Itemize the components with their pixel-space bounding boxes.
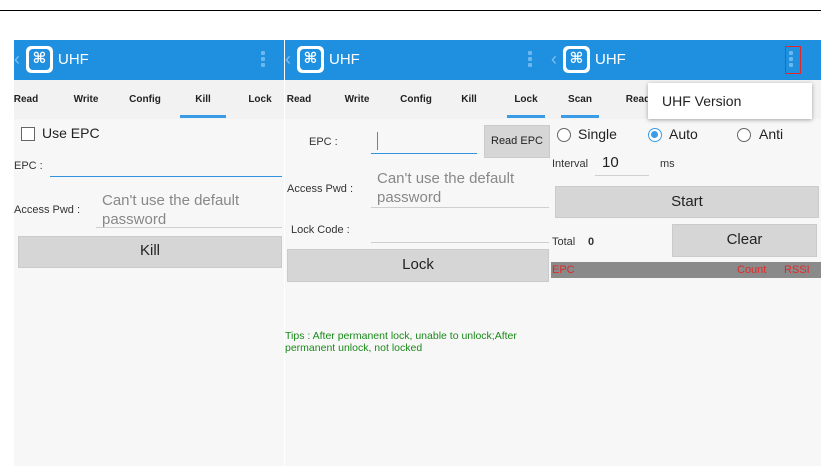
access-pwd-field[interactable]: Can't use the default password <box>102 191 272 229</box>
results-table-header: EPC Count RSSI <box>551 262 821 278</box>
tab-bar: Read Write Config Kill Lock <box>14 80 284 119</box>
col-epc: EPC <box>552 264 575 276</box>
access-pwd-underline <box>371 207 549 208</box>
overflow-menu-icon[interactable] <box>260 49 266 71</box>
total-label: Total <box>552 236 576 248</box>
tab-read[interactable]: Read <box>285 80 313 119</box>
app-title: UHF <box>329 51 360 68</box>
back-chevron-icon[interactable]: ‹ <box>551 49 557 70</box>
interval-unit: ms <box>660 158 675 170</box>
clear-button[interactable]: Clear <box>672 224 817 257</box>
start-button[interactable]: Start <box>555 186 819 218</box>
tab-kill[interactable]: Kill <box>174 80 232 119</box>
app-bar: ‹ ⌘ UHF <box>551 40 821 80</box>
mode-single-radio[interactable] <box>557 128 571 142</box>
col-rssi: RSSI <box>784 264 810 276</box>
col-count: Count <box>737 264 767 276</box>
tab-write[interactable]: Write <box>64 80 108 119</box>
total-value: 0 <box>588 236 595 248</box>
menu-item-uhf-version[interactable]: UHF Version <box>662 93 741 109</box>
tips-text: Tips : After permanent lock, unable to u… <box>285 330 517 354</box>
mode-anti-radio[interactable] <box>737 128 751 142</box>
tab-write[interactable]: Write <box>337 80 377 119</box>
access-pwd-label: Access Pwd : <box>287 183 354 195</box>
tab-scan[interactable]: Scan <box>555 80 605 119</box>
back-chevron-icon[interactable]: ‹ <box>14 49 20 70</box>
mode-auto-radio[interactable] <box>648 128 662 142</box>
uhf-logo-icon: ⌘ <box>563 46 590 73</box>
tab-read[interactable]: Read <box>14 80 44 119</box>
lock-code-field[interactable] <box>371 242 549 243</box>
use-epc-checkbox[interactable] <box>21 127 35 141</box>
epc-field[interactable] <box>371 153 477 154</box>
tab-config[interactable]: Config <box>120 80 170 119</box>
overflow-popup-menu: UHF Version <box>648 83 812 119</box>
tab-kill[interactable]: Kill <box>455 80 483 119</box>
app-bar: ‹ ⌘ UHF <box>285 40 551 80</box>
overflow-menu-icon[interactable] <box>527 49 533 71</box>
epc-label: EPC : <box>309 136 338 148</box>
mode-anti-label: Anti <box>759 126 784 142</box>
epc-field[interactable] <box>50 176 282 177</box>
mode-single-label: Single <box>578 126 617 142</box>
kill-button[interactable]: Kill <box>18 236 282 268</box>
lock-code-label: Lock Code : <box>291 224 350 236</box>
interval-underline <box>595 175 649 176</box>
kill-screen: ‹ ⌘ UHF Read Write Config Kill Lock Use … <box>14 40 284 466</box>
tab-config[interactable]: Config <box>393 80 439 119</box>
tab-bar: Read Write Config Kill Lock <box>285 80 551 119</box>
overflow-highlight-box <box>785 46 801 74</box>
lock-button[interactable]: Lock <box>287 249 549 282</box>
uhf-logo-icon: ⌘ <box>26 46 53 73</box>
tab-lock[interactable]: Lock <box>242 80 278 119</box>
access-pwd-label: Access Pwd : <box>14 204 81 216</box>
app-bar: ‹ ⌘ UHF <box>14 40 284 80</box>
access-pwd-field[interactable]: Can't use the default password <box>377 169 545 207</box>
use-epc-label: Use EPC <box>42 125 100 141</box>
back-chevron-icon[interactable]: ‹ <box>285 49 291 70</box>
access-pwd-underline <box>96 227 282 228</box>
interval-label: Interval <box>552 158 589 170</box>
mode-auto-label: Auto <box>669 126 698 142</box>
top-divider <box>0 10 821 11</box>
app-title: UHF <box>595 51 626 68</box>
epc-label: EPC : <box>14 160 43 172</box>
interval-field[interactable]: 10 <box>602 154 619 171</box>
tab-lock[interactable]: Lock <box>501 80 551 119</box>
epc-cursor <box>377 132 378 150</box>
uhf-logo-icon: ⌘ <box>297 46 324 73</box>
app-title: UHF <box>58 51 89 68</box>
read-epc-button[interactable]: Read EPC <box>484 125 550 158</box>
lock-screen: ‹ ⌘ UHF Read Write Config Kill Lock EPC … <box>285 40 551 466</box>
